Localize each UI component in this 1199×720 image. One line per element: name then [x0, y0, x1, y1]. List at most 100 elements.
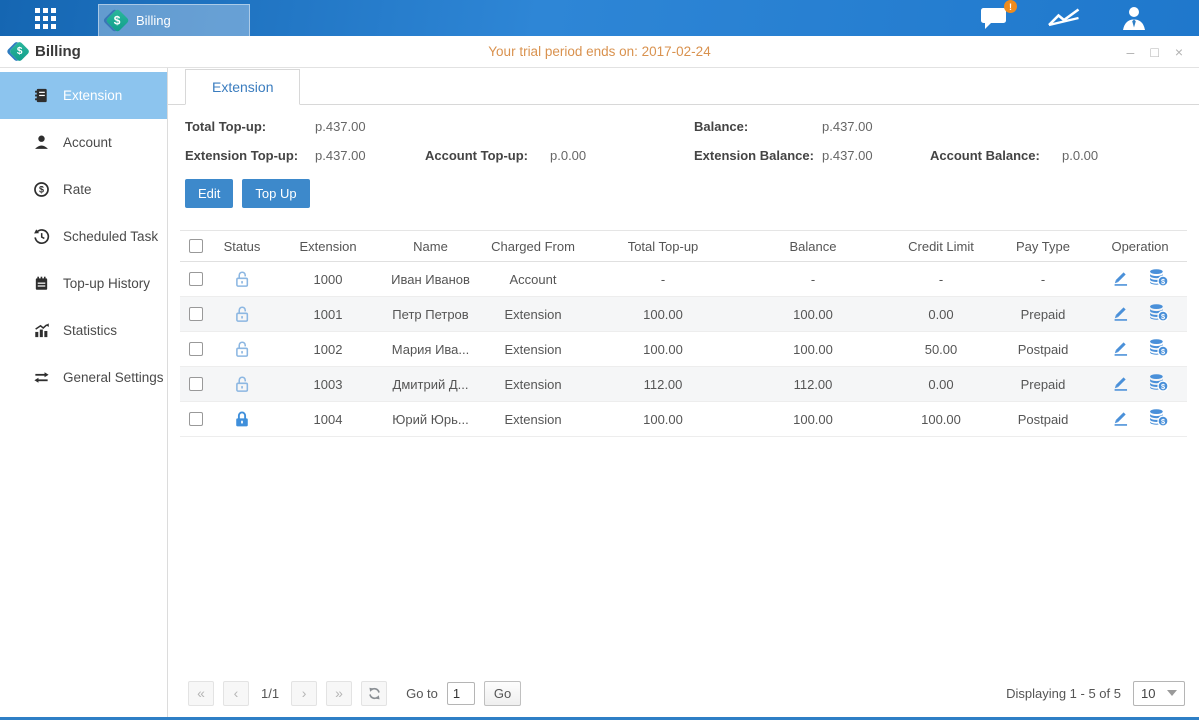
account-topup-value: p.0.00	[550, 148, 694, 163]
cell-credit-limit: 0.00	[889, 367, 993, 402]
topup-row-icon[interactable]	[1148, 268, 1169, 290]
cell-charged-from: Account	[477, 262, 589, 297]
user-account-icon[interactable]	[1119, 5, 1149, 31]
account-balance-value: p.0.00	[1062, 148, 1199, 163]
cell-charged-from: Extension	[477, 297, 589, 332]
lock-status-icon	[232, 340, 252, 355]
window-title: Billing	[35, 43, 81, 60]
topup-row-icon[interactable]	[1148, 373, 1169, 395]
extension-topup-value: p.437.00	[315, 148, 425, 163]
cell-total-topup: -	[589, 262, 737, 297]
cell-pay-type: Postpaid	[993, 402, 1093, 437]
sidebar-item-rate[interactable]: Rate	[0, 166, 167, 213]
table-row: 1002 Мария Ива... Extension 100.00 100.0…	[180, 332, 1187, 367]
edit-row-icon[interactable]	[1111, 373, 1130, 395]
first-page-button[interactable]: «	[188, 681, 214, 706]
cell-pay-type: Prepaid	[993, 367, 1093, 402]
cell-charged-from: Extension	[477, 332, 589, 367]
edit-row-icon[interactable]	[1111, 338, 1130, 360]
cell-name: Иван Иванов	[384, 262, 477, 297]
top-up-button[interactable]: Top Up	[242, 179, 309, 208]
close-button[interactable]: ×	[1175, 45, 1183, 59]
cell-credit-limit: 50.00	[889, 332, 993, 367]
cell-extension: 1000	[272, 262, 384, 297]
sidebar-item-topup-history[interactable]: Top-up History	[0, 260, 167, 307]
row-checkbox[interactable]	[189, 342, 203, 356]
refresh-button[interactable]	[361, 681, 387, 706]
table-header-row: Status Extension Name Charged From Total…	[180, 231, 1187, 262]
cell-name: Петр Петров	[384, 297, 477, 332]
minimize-button[interactable]: –	[1127, 45, 1135, 59]
topup-row-icon[interactable]	[1148, 408, 1169, 430]
edit-row-icon[interactable]	[1111, 268, 1130, 290]
extension-table: Status Extension Name Charged From Total…	[180, 230, 1187, 437]
sidebar-item-extension[interactable]: Extension	[0, 72, 167, 119]
goto-label: Go to	[406, 686, 438, 701]
cell-total-topup: 112.00	[589, 367, 737, 402]
table-row: 1004 Юрий Юрь... Extension 100.00 100.00…	[180, 402, 1187, 437]
tab-strip: Extension	[168, 68, 1199, 105]
cell-credit-limit: 100.00	[889, 402, 993, 437]
total-topup-label: Total Top-up:	[185, 119, 315, 134]
cell-name: Юрий Юрь...	[384, 402, 477, 437]
app-tab-billing[interactable]: $ Billing	[98, 4, 250, 36]
notification-badge: !	[1004, 0, 1017, 13]
prev-page-button[interactable]: ‹	[223, 681, 249, 706]
table-row: 1003 Дмитрий Д... Extension 112.00 112.0…	[180, 367, 1187, 402]
col-charged-from: Charged From	[477, 231, 589, 262]
cell-balance: -	[737, 262, 889, 297]
cell-balance: 112.00	[737, 367, 889, 402]
lock-status-icon	[232, 410, 252, 425]
chevron-down-icon	[1167, 690, 1177, 696]
table-row: 1001 Петр Петров Extension 100.00 100.00…	[180, 297, 1187, 332]
sidebar-item-label: Scheduled Task	[63, 229, 158, 244]
row-checkbox[interactable]	[189, 272, 203, 286]
tab-extension[interactable]: Extension	[185, 69, 300, 105]
col-credit-limit: Credit Limit	[889, 231, 993, 262]
sidebar-item-statistics[interactable]: Statistics	[0, 307, 167, 354]
sidebar-item-general-settings[interactable]: General Settings	[0, 354, 167, 401]
row-checkbox[interactable]	[189, 377, 203, 391]
sidebar-item-label: Extension	[63, 88, 122, 103]
lock-status-icon	[232, 270, 252, 285]
sidebar-item-account[interactable]: Account	[0, 119, 167, 166]
row-checkbox[interactable]	[189, 412, 203, 426]
cell-total-topup: 100.00	[589, 297, 737, 332]
goto-page-input[interactable]	[447, 682, 475, 705]
table-row: 1000 Иван Иванов Account - - - -	[180, 262, 1187, 297]
messages-icon[interactable]: !	[979, 6, 1009, 30]
lock-status-icon	[232, 375, 252, 390]
main-panel: Extension Total Top-up: p.437.00 Balance…	[168, 68, 1199, 717]
col-total-topup: Total Top-up	[589, 231, 737, 262]
balance-label: Balance:	[694, 119, 822, 134]
cell-pay-type: Postpaid	[993, 332, 1093, 367]
col-balance: Balance	[737, 231, 889, 262]
edit-row-icon[interactable]	[1111, 408, 1130, 430]
cell-pay-type: Prepaid	[993, 297, 1093, 332]
displaying-count: Displaying 1 - 5 of 5	[1006, 686, 1121, 701]
reports-chart-icon[interactable]	[1047, 6, 1081, 30]
total-topup-value: p.437.00	[315, 119, 425, 134]
lock-status-icon	[232, 305, 252, 320]
sidebar-item-label: General Settings	[63, 370, 164, 385]
billing-diamond-icon: $	[105, 8, 129, 32]
sidebar-item-scheduled-task[interactable]: Scheduled Task	[0, 213, 167, 260]
cell-extension: 1001	[272, 297, 384, 332]
page-size-value: 10	[1141, 686, 1155, 701]
page-size-select[interactable]: 10	[1133, 681, 1185, 706]
extension-topup-label: Extension Top-up:	[185, 148, 315, 163]
select-all-checkbox[interactable]	[189, 239, 203, 253]
cell-extension: 1003	[272, 367, 384, 402]
next-page-button[interactable]: ›	[291, 681, 317, 706]
maximize-button[interactable]: □	[1150, 45, 1158, 59]
edit-button[interactable]: Edit	[185, 179, 233, 208]
last-page-button[interactable]: »	[326, 681, 352, 706]
edit-row-icon[interactable]	[1111, 303, 1130, 325]
row-checkbox[interactable]	[189, 307, 203, 321]
topup-row-icon[interactable]	[1148, 303, 1169, 325]
app-grid-menu-icon[interactable]	[35, 8, 56, 29]
topup-row-icon[interactable]	[1148, 338, 1169, 360]
billing-title-icon: $	[9, 41, 30, 62]
go-button[interactable]: Go	[484, 681, 521, 706]
cell-credit-limit: 0.00	[889, 297, 993, 332]
